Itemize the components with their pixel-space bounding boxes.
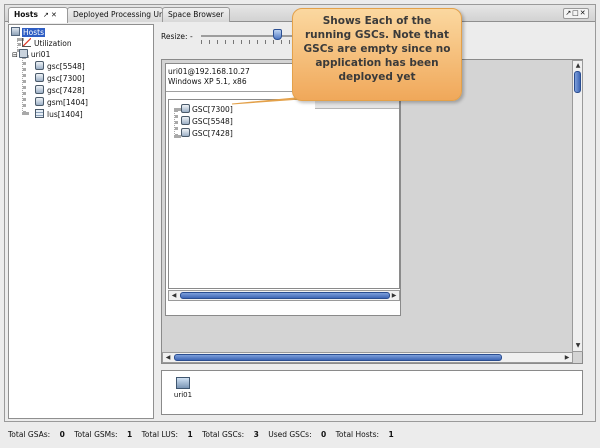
- tree-node-gsm[interactable]: gsm[1404]: [35, 97, 89, 108]
- host-os: Windows XP 5.1, x86: [168, 77, 247, 86]
- tree-line: [174, 108, 178, 138]
- scroll-left-icon[interactable]: ◀: [163, 353, 173, 362]
- machines-area: uri01: [161, 370, 583, 415]
- gsc-icon: [181, 104, 190, 113]
- gsc-icon: [35, 73, 44, 82]
- window-controls[interactable]: ↗□✕: [563, 8, 589, 19]
- column-header: [315, 100, 399, 109]
- collapse-toggle[interactable]: ⊟: [12, 51, 18, 59]
- status-total-hosts: Total Hosts: 1: [335, 430, 394, 439]
- tree-node-gsc[interactable]: gsc[5548]: [35, 61, 86, 72]
- utilization-icon: [22, 38, 31, 47]
- gsc-icon: [35, 61, 44, 70]
- gsc-list-box: GSC[7300] GSC[5548] GSC[7428]: [168, 99, 400, 289]
- status-total-gscs: Total GSCs: 3: [202, 430, 259, 439]
- tree-node-lus[interactable]: lus[1404]: [35, 109, 84, 120]
- tree-line: [22, 55, 26, 115]
- machine-label: uri01: [173, 391, 193, 399]
- scroll-right-icon[interactable]: ▶: [389, 291, 399, 300]
- scroll-thumb[interactable]: [174, 354, 502, 361]
- gsc-node[interactable]: GSC[7300]: [181, 104, 233, 115]
- gsm-icon: [35, 97, 44, 106]
- computer-icon: [18, 49, 28, 58]
- tree-node-label: Utilization: [34, 39, 72, 48]
- gsc-node-label: GSC[5548]: [192, 117, 233, 126]
- gsc-node[interactable]: GSC[5548]: [181, 116, 233, 127]
- tree-node-gsc[interactable]: gsc[7300]: [35, 73, 86, 84]
- tree-node-label: lus[1404]: [47, 110, 83, 119]
- scroll-up-icon[interactable]: ▲: [573, 61, 583, 70]
- tree-node-label: gsm[1404]: [47, 98, 88, 107]
- gsc-node-label: GSC[7428]: [192, 129, 233, 138]
- gsc-icon: [181, 116, 190, 125]
- tree-node-label: gsc[7428]: [47, 86, 85, 95]
- tree-node-label: Hosts: [22, 28, 45, 37]
- hosts-scroll-area: uri01@192.168.10.27 Windows XP 5.1, x86 …: [161, 59, 583, 364]
- status-total-lus: Total LUS: 1: [141, 430, 193, 439]
- machine-icon: [176, 377, 190, 389]
- tree-node-utilization[interactable]: Utilization: [22, 38, 73, 49]
- tree-node-label: gsc[7300]: [47, 74, 85, 83]
- tree-node-label: uri01: [30, 50, 51, 59]
- resize-label: Resize: -: [161, 32, 193, 41]
- status-total-gsms: Total GSMs: 1: [74, 430, 133, 439]
- tree-node-label: gsc[5548]: [47, 62, 85, 71]
- tree-node-gsc[interactable]: gsc[7428]: [35, 85, 86, 96]
- scroll-thumb[interactable]: [180, 292, 390, 299]
- vertical-scrollbar[interactable]: ▲ ▼: [572, 60, 583, 352]
- tree-node-host[interactable]: ⊟ uri01: [12, 49, 51, 60]
- host-address: uri01@192.168.10.27: [168, 67, 250, 76]
- callout-note: Shows Each of the running GSCs. Note tha…: [292, 8, 462, 101]
- host-info: uri01@192.168.10.27 Windows XP 5.1, x86: [168, 67, 250, 87]
- tab-hosts[interactable]: Hosts ↗ ✕: [8, 7, 68, 23]
- tab-controls[interactable]: ↗ ✕: [43, 11, 57, 19]
- scroll-down-icon[interactable]: ▼: [573, 341, 583, 350]
- hosts-tree: Hosts Utilization ⊟ uri01 gsc[5548] gsc[7…: [8, 24, 154, 419]
- tree-node-hosts[interactable]: Hosts: [11, 27, 45, 38]
- machine-item[interactable]: uri01: [170, 377, 196, 399]
- tab-deployed-processing-units[interactable]: Deployed Processing Units: [67, 7, 173, 22]
- lus-icon: [35, 109, 44, 118]
- gsc-node-label: GSC[7300]: [192, 105, 233, 114]
- hosts-icon: [11, 27, 20, 36]
- scroll-thumb[interactable]: [574, 71, 581, 93]
- tab-space-browser-label: Space Browser: [168, 10, 224, 19]
- tab-deployed-label: Deployed Processing Units: [73, 10, 173, 19]
- status-used-gscs: Used GSCs: 0: [268, 430, 327, 439]
- horizontal-scrollbar[interactable]: ◀ ▶: [162, 352, 573, 363]
- resize-slider-thumb[interactable]: [273, 29, 282, 40]
- tab-hosts-label: Hosts: [14, 10, 38, 19]
- gsc-icon: [35, 85, 44, 94]
- status-total-gsas: Total GSAs: 0: [8, 430, 65, 439]
- gsc-icon: [181, 128, 190, 137]
- tab-space-browser[interactable]: Space Browser: [162, 7, 230, 22]
- gsc-node[interactable]: GSC[7428]: [181, 128, 233, 139]
- scroll-left-icon[interactable]: ◀: [169, 291, 179, 300]
- scroll-right-icon[interactable]: ▶: [562, 353, 572, 362]
- status-bar: Total GSAs: 0 Total GSMs: 1 Total LUS: 1…: [8, 430, 401, 439]
- gsc-horizontal-scrollbar[interactable]: ◀ ▶: [168, 290, 400, 301]
